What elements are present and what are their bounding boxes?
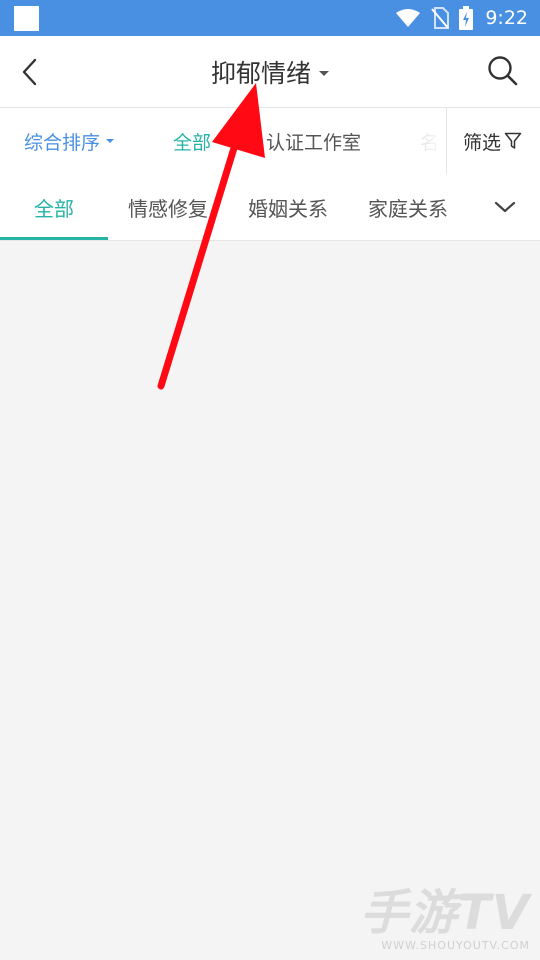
watermark-url: WWW.SHOUYOUTV.COM [381, 939, 530, 952]
wifi-icon [396, 9, 421, 27]
sort-label: 综合排序 [24, 131, 101, 154]
search-icon [488, 56, 518, 86]
watermark: 手游TV WWW.SHOUYOUTV.COM [360, 887, 530, 952]
filter-fade [400, 108, 446, 174]
tab-family[interactable]: 家庭关系 [353, 174, 463, 240]
no-sim-icon [431, 7, 450, 29]
active-tab-indicator [0, 237, 108, 240]
sort-dropdown[interactable]: 综合排序 [24, 108, 115, 174]
caret-down-icon [106, 139, 115, 143]
filter-all[interactable]: 全部 [173, 108, 211, 174]
status-bar: 9:22 [0, 0, 540, 36]
expand-tabs-button[interactable] [488, 190, 522, 224]
divider [446, 108, 447, 174]
app-bar: 抑郁情绪 [0, 36, 540, 108]
page-title: 抑郁情绪 [210, 58, 311, 88]
filter-certified-studio[interactable]: 认证工作室 [266, 108, 361, 174]
status-icons: 9:22 [395, 0, 528, 36]
category-tabs: 全部 情感修复 婚姻关系 家庭关系 [0, 174, 540, 241]
notification-icon [14, 6, 39, 31]
title-dropdown[interactable]: 抑郁情绪 [0, 36, 540, 107]
chevron-down-icon [494, 201, 516, 213]
screen-button[interactable]: 筛选 [463, 108, 522, 174]
tab-marriage[interactable]: 婚姻关系 [233, 174, 343, 240]
content-list [0, 241, 540, 960]
watermark-logo: 手游TV [360, 885, 530, 941]
battery-charging-icon [459, 6, 474, 30]
clock: 9:22 [485, 7, 528, 29]
caret-down-icon [319, 70, 329, 76]
tab-emotional-repair[interactable]: 情感修复 [113, 174, 223, 240]
filter-funnel-icon [504, 132, 522, 149]
filter-bar: 综合排序 全部 认证工作室 名 筛选 [0, 108, 540, 174]
screen-label: 筛选 [463, 131, 502, 154]
search-button[interactable] [486, 54, 520, 88]
tab-all[interactable]: 全部 [0, 174, 108, 240]
